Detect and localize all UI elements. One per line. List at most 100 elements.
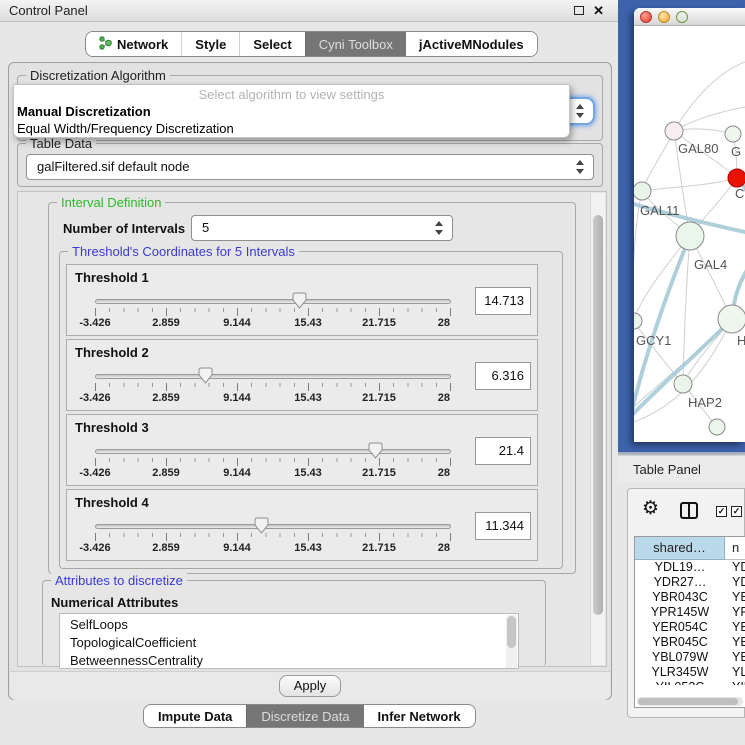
node-gal80[interactable] — [665, 122, 683, 140]
list-item[interactable]: TopologicalCoefficient — [60, 634, 518, 652]
node-attribute-table: shared… n YDL19…YDL1 YDR27…YDR2 YBR043CY… — [634, 536, 745, 708]
threshold-1-row: Threshold 1 -3.426 2.859 9.144 15.43 21.… — [66, 264, 538, 336]
table-row[interactable]: YLR345WYLR3 — [635, 665, 745, 680]
column-header-shared[interactable]: shared… — [635, 537, 725, 560]
node-label-c: C — [735, 186, 744, 201]
threshold-2-label: Threshold 2 — [75, 345, 149, 360]
bottom-tabstrip: Impute Data Discretize Data Infer Networ… — [143, 704, 476, 728]
threshold-2-slider[interactable] — [95, 374, 451, 379]
tab-cyni-toolbox-label: Cyni Toolbox — [319, 37, 393, 52]
node-label-gcy1: GCY1 — [636, 333, 671, 348]
tab-jactivemnodules-label: jActiveMNodules — [419, 37, 524, 52]
network-window: GAL80 G C GAL11 GAL4 GCY1 H HAP2 — [634, 8, 745, 442]
table-row[interactable]: YDR27…YDR2 — [635, 575, 745, 590]
table-row[interactable]: YDL19…YDL1 — [635, 560, 745, 575]
vertical-scrollbar[interactable] — [590, 193, 605, 665]
threshold-4-slider-thumb[interactable] — [254, 517, 269, 534]
tab-network[interactable]: Network — [86, 32, 181, 56]
checkbox-icon[interactable]: ✓ — [731, 506, 742, 517]
num-intervals-spinner[interactable]: 5 — [191, 215, 453, 241]
tab-infer-network[interactable]: Infer Network — [364, 705, 475, 727]
tab-jactivemnodules[interactable]: jActiveMNodules — [406, 32, 537, 56]
tab-cyni-toolbox[interactable]: Cyni Toolbox — [305, 32, 406, 56]
threshold-3-value-field[interactable]: 21.4 — [475, 437, 531, 465]
gear-icon[interactable]: ⚙ — [642, 497, 659, 520]
table-row[interactable]: YPR145WYPR1 — [635, 605, 745, 620]
node-h[interactable] — [718, 305, 745, 333]
tab-impute-data[interactable]: Impute Data — [144, 705, 246, 727]
scrollbar-thumb[interactable] — [638, 698, 738, 705]
node-g[interactable] — [725, 126, 741, 142]
table-row[interactable]: YBR043CYBR0 — [635, 590, 745, 605]
threshold-3-row: Threshold 3 -3.426 2.859 9.144 15.43 21.… — [66, 414, 538, 486]
threshold-2-slider-thumb[interactable] — [198, 367, 213, 384]
threshold-4-slider[interactable] — [95, 524, 451, 529]
horizontal-scrollbar[interactable] — [637, 697, 743, 706]
node-label-h: H — [737, 333, 745, 348]
thresholds-group-title: Threshold's Coordinates for 5 Intervals — [68, 244, 299, 259]
slider-ticks — [95, 533, 452, 541]
threshold-1-value-field[interactable]: 14.713 — [475, 287, 531, 315]
split-columns-icon[interactable] — [680, 502, 698, 519]
tab-select[interactable]: Select — [239, 32, 304, 56]
zoom-traffic-light[interactable] — [676, 11, 688, 23]
threshold-1-label: Threshold 1 — [75, 270, 149, 285]
popup-option-equal-width[interactable]: Equal Width/Frequency Discretization — [17, 121, 234, 136]
column-header-name[interactable]: n — [725, 537, 745, 560]
apply-strip: Apply — [10, 671, 610, 700]
tick-label: 28 — [394, 392, 450, 404]
slider-ticks — [95, 383, 452, 391]
node-label-hap2: HAP2 — [688, 395, 722, 410]
close-icon[interactable]: ✕ — [593, 2, 604, 20]
tick-label: -3.426 — [67, 467, 123, 479]
close-traffic-light[interactable] — [640, 11, 652, 23]
popup-option-manual[interactable]: Manual Discretization — [17, 104, 151, 119]
node-bottom[interactable] — [709, 419, 725, 435]
tab-infer-network-label: Infer Network — [378, 709, 461, 724]
tab-discretize-data[interactable]: Discretize Data — [246, 705, 363, 727]
list-item[interactable]: BetweennessCentrality — [60, 652, 518, 669]
table-row[interactable]: YBL079WYBL0 — [635, 650, 745, 665]
apply-button[interactable]: Apply — [279, 675, 341, 697]
network-canvas[interactable]: GAL80 G C GAL11 GAL4 GCY1 H HAP2 — [634, 27, 745, 442]
algorithm-group-title: Discretization Algorithm — [26, 68, 170, 83]
table-row[interactable]: YER054CYER0 — [635, 620, 745, 635]
minimize-traffic-light[interactable] — [658, 11, 670, 23]
float-panel-icon[interactable] — [574, 6, 584, 15]
table-data-group: Table Data galFiltered.sif default node — [17, 143, 603, 187]
list-item[interactable]: SelfLoops — [60, 616, 518, 634]
node-gal4[interactable] — [676, 222, 704, 250]
checkbox-icon[interactable]: ✓ — [716, 506, 727, 517]
threshold-1-slider[interactable] — [95, 299, 451, 304]
table-data-combobox[interactable]: galFiltered.sif default node — [26, 154, 594, 180]
threshold-3-slider[interactable] — [95, 449, 451, 454]
network-window-titlebar[interactable] — [634, 8, 745, 26]
popup-hint: Select algorithm to view settings — [14, 87, 569, 102]
slider-ticks — [95, 458, 452, 466]
node-gal11[interactable] — [634, 182, 651, 200]
node-gcy1[interactable] — [634, 313, 642, 329]
tab-network-label: Network — [117, 37, 168, 52]
node-hap2[interactable] — [674, 375, 692, 393]
threshold-3-slider-thumb[interactable] — [368, 442, 383, 459]
list-scrollbar[interactable] — [506, 615, 517, 669]
network-graph: GAL80 G C GAL11 GAL4 GCY1 H HAP2 — [634, 27, 745, 442]
panel-title: Control Panel — [9, 0, 88, 22]
tick-label: 15.43 — [280, 392, 336, 404]
tick-label: 15.43 — [280, 467, 336, 479]
tick-label: -3.426 — [67, 392, 123, 404]
tab-style-label: Style — [195, 37, 226, 52]
table-row[interactable]: YIL052CYIL0 — [635, 680, 745, 685]
thresholds-group: Threshold's Coordinates for 5 Intervals … — [59, 251, 563, 569]
threshold-1-slider-thumb[interactable] — [292, 292, 307, 309]
tick-label: 9.144 — [209, 317, 265, 329]
spinner-arrows-icon — [435, 220, 444, 236]
node-highlighted-red[interactable] — [728, 169, 745, 187]
table-row[interactable]: YBR045CYBR0 — [635, 635, 745, 650]
threshold-2-value-field[interactable]: 6.316 — [475, 362, 531, 390]
numerical-attributes-label: Numerical Attributes — [51, 595, 178, 610]
tab-style[interactable]: Style — [181, 32, 239, 56]
threshold-4-value-field[interactable]: 11.344 — [475, 512, 531, 540]
scrollbar-thumb[interactable] — [593, 215, 603, 615]
tick-label: 15.43 — [280, 542, 336, 554]
